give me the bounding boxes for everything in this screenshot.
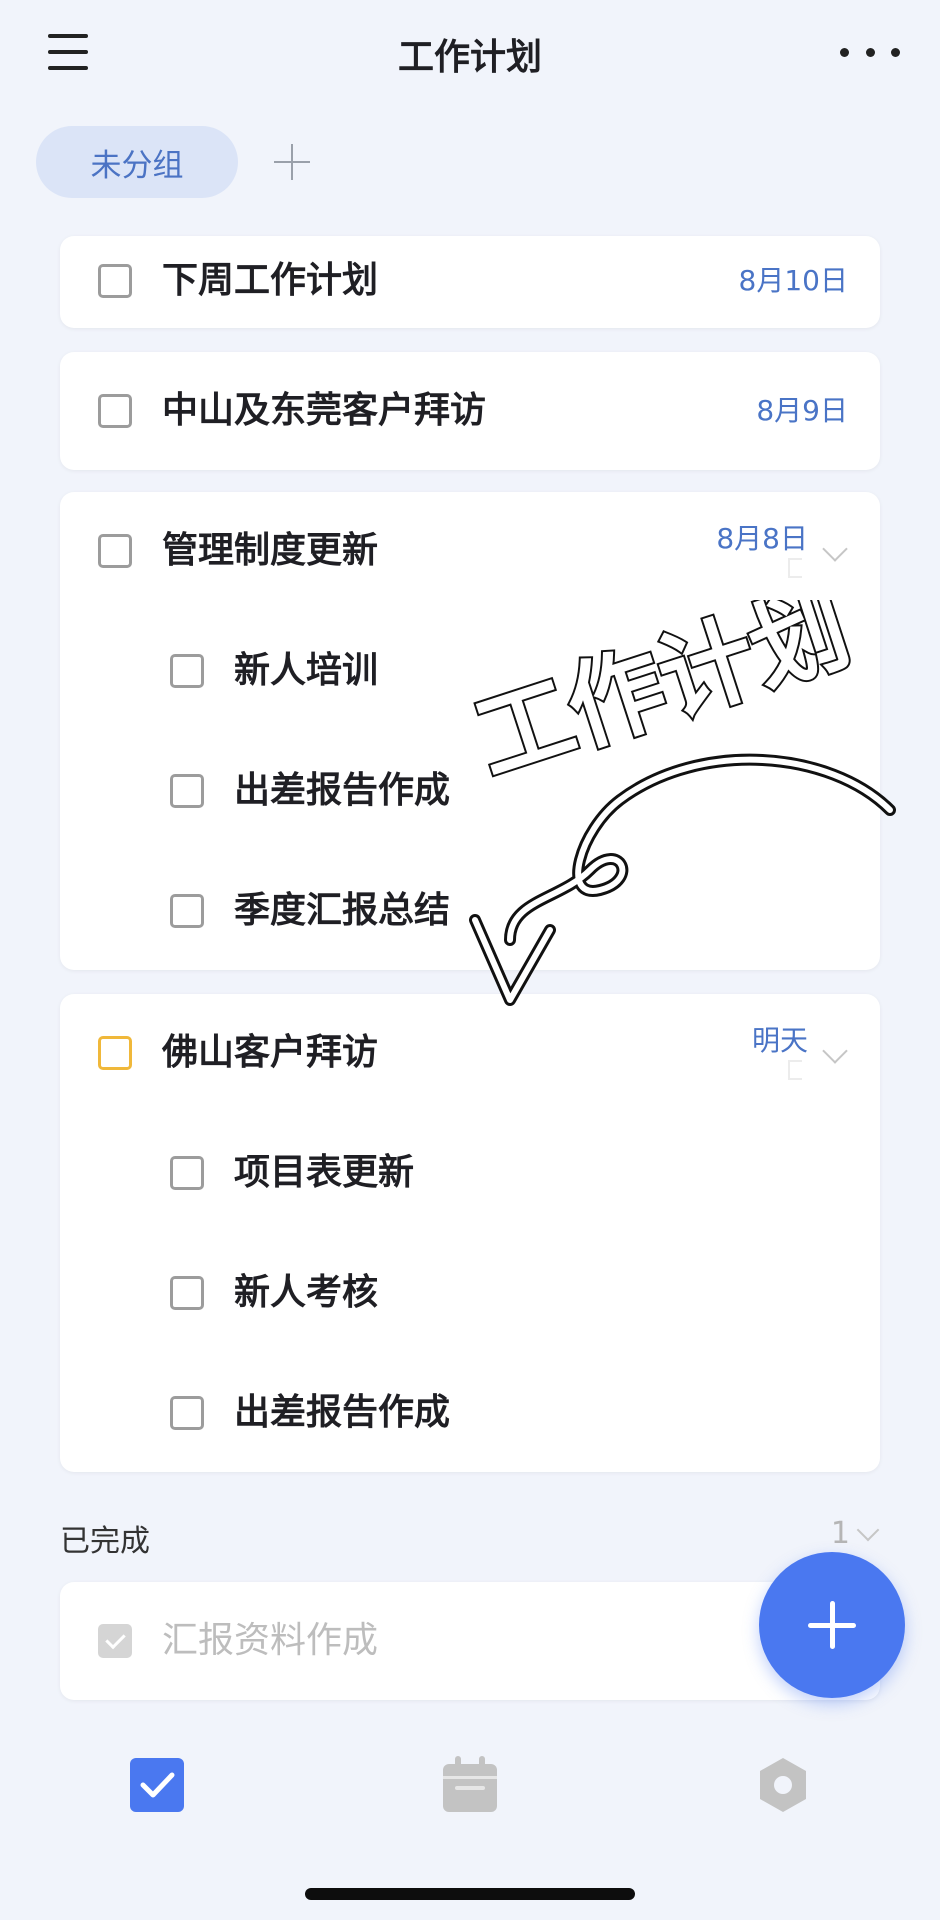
subtask-title[interactable]: 出差报告作成 [234, 1390, 450, 1436]
task-card[interactable]: 佛山客户拜访 明天 项目表更新 新人考核 出差报告作成 [60, 994, 880, 1472]
chevron-down-icon[interactable] [856, 1518, 880, 1542]
subtask-row[interactable]: 季度汇报总结 [60, 866, 880, 956]
task-date: 明天 [751, 1024, 808, 1057]
task-card[interactable]: 中山及东莞客户拜访 8月9日 [60, 352, 880, 470]
completed-section-label[interactable]: 已完成 [60, 1516, 150, 1560]
subtask-checkbox[interactable] [170, 1396, 204, 1430]
dot-icon [865, 47, 875, 57]
subtask-title[interactable]: 季度汇报总结 [234, 888, 450, 934]
subtask-row[interactable]: 新人培训 [60, 626, 880, 716]
date-overflow-mark [788, 558, 808, 580]
top-bar: 工作计划 [0, 0, 940, 110]
task-checkbox[interactable] [98, 534, 132, 568]
task-title[interactable]: 下周工作计划 [162, 258, 378, 304]
task-row[interactable]: 管理制度更新 8月8日 [60, 506, 880, 596]
chevron-down-icon[interactable] [822, 1038, 848, 1064]
task-date: 8月10日 [738, 264, 848, 297]
task-checkbox[interactable] [98, 1036, 132, 1070]
bottom-tab-bar [0, 1720, 940, 1840]
subtask-row[interactable]: 项目表更新 [60, 1128, 880, 1218]
subtask-row[interactable]: 出差报告作成 [60, 1368, 880, 1458]
subtask-checkbox[interactable] [170, 894, 204, 928]
group-chip-ungrouped[interactable]: 未分组 [36, 126, 238, 198]
task-title[interactable]: 管理制度更新 [162, 528, 378, 574]
task-row[interactable]: 中山及东莞客户拜访 8月9日 [60, 366, 880, 456]
page-title: 工作计划 [397, 37, 542, 78]
hexagon-settings-icon[interactable] [748, 1750, 818, 1820]
task-row[interactable]: 下周工作计划 8月10日 [60, 236, 880, 326]
subtask-title[interactable]: 新人考核 [234, 1270, 378, 1316]
task-title[interactable]: 中山及东莞客户拜访 [162, 388, 486, 434]
subtask-title[interactable]: 项目表更新 [234, 1150, 414, 1196]
group-tabs: 未分组 [36, 125, 310, 199]
task-checkbox[interactable] [98, 394, 132, 428]
task-title[interactable]: 佛山客户拜访 [162, 1030, 378, 1076]
subtask-row[interactable]: 出差报告作成 [60, 746, 880, 836]
task-row[interactable]: 佛山客户拜访 明天 [60, 1008, 880, 1098]
completed-count: 1 [830, 1516, 850, 1551]
calendar-icon[interactable] [435, 1750, 505, 1820]
task-card[interactable]: 下周工作计划 8月10日 [60, 236, 880, 328]
dot-icon [840, 47, 849, 57]
chevron-down-icon[interactable] [822, 536, 848, 562]
dot-icon [891, 47, 900, 57]
completed-task-card[interactable]: 汇报资料作成 [60, 1582, 880, 1700]
date-overflow-mark [788, 1060, 808, 1082]
task-checkbox-checked[interactable] [98, 1624, 132, 1658]
task-title[interactable]: 汇报资料作成 [162, 1618, 378, 1664]
task-checkbox[interactable] [98, 264, 132, 298]
add-group-plus-icon[interactable] [274, 144, 310, 180]
task-date: 8月9日 [756, 394, 848, 427]
task-row[interactable]: 汇报资料作成 [60, 1596, 880, 1686]
subtask-checkbox[interactable] [170, 654, 204, 688]
checkbox-icon[interactable] [122, 1750, 192, 1820]
subtask-checkbox[interactable] [170, 1276, 204, 1310]
subtask-checkbox[interactable] [170, 1156, 204, 1190]
more-options-button[interactable] [840, 32, 900, 72]
subtask-checkbox[interactable] [170, 774, 204, 808]
subtask-row[interactable]: 新人考核 [60, 1248, 880, 1338]
home-indicator [305, 1888, 635, 1900]
task-card[interactable]: 管理制度更新 8月8日 新人培训 出差报告作成 季度汇报总结 [60, 492, 880, 970]
task-date: 8月8日 [716, 522, 808, 555]
subtask-title[interactable]: 出差报告作成 [234, 768, 450, 814]
add-task-fab-button[interactable] [759, 1552, 905, 1698]
subtask-title[interactable]: 新人培训 [234, 648, 378, 694]
